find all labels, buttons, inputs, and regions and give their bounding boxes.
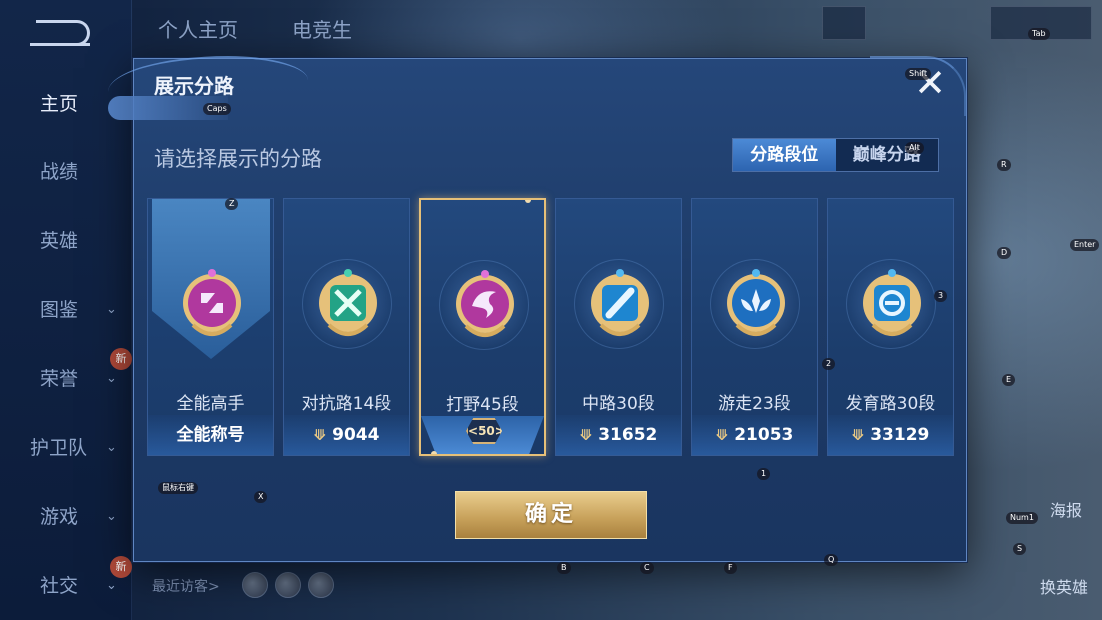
points-value: 33129 <box>870 425 930 445</box>
points-icon: ⟱ <box>851 426 865 444</box>
avatar[interactable] <box>308 572 334 598</box>
lane-points: ⟱ 31652 <box>556 415 681 455</box>
top-button[interactable] <box>822 6 866 40</box>
lane-card-roam[interactable]: 游走23段 ⟱ 21053 <box>691 198 818 456</box>
key-hint: E <box>1002 374 1016 386</box>
lane-title: 全能称号 <box>148 415 273 455</box>
points-value: 21053 <box>734 425 794 445</box>
lane-card-clash[interactable]: 对抗路14段 ⟱ 9044 <box>283 198 410 456</box>
tab-profile[interactable]: 个人主页 <box>158 14 238 43</box>
clash-lane-emblem-icon <box>319 269 377 336</box>
sidebar-item-record[interactable]: 战绩 <box>0 152 132 192</box>
key-hint: 鼠标右键 <box>158 482 198 494</box>
sidebar-item-gallery[interactable]: 图鉴 ⌄ <box>0 290 132 330</box>
sidebar-item-label: 社交 <box>40 575 79 597</box>
points-icon: ⟱ <box>313 426 327 444</box>
lane-card-farm[interactable]: 发育路30段 ⟱ 33129 <box>827 198 954 456</box>
lane-name: 游走23段 <box>718 394 791 414</box>
lane-card-allround[interactable]: 全能高手 全能称号 <box>147 198 274 456</box>
key-hint: 2 <box>822 358 836 370</box>
lane-name: 打野45段 <box>446 395 519 415</box>
sidebar-item-games[interactable]: 游戏 ⌄ <box>0 497 132 537</box>
recent-visitors-label[interactable]: 最近访客> <box>152 576 220 596</box>
selection-corner <box>525 200 531 203</box>
lane-name: 中路30段 <box>582 394 655 414</box>
sidebar-item-label: 护卫队 <box>30 437 88 459</box>
lane-points: ⟱ 21053 <box>692 415 817 455</box>
points-value: 31652 <box>598 425 658 445</box>
points-value: 9044 <box>332 425 380 445</box>
confirm-button[interactable]: 确定 <box>455 491 647 539</box>
key-hint: Q <box>824 554 839 566</box>
selection-corner <box>431 451 437 454</box>
back-icon[interactable] <box>30 20 90 46</box>
sidebar-item-label: 主页 <box>40 93 79 115</box>
farm-lane-emblem-icon <box>863 269 921 336</box>
chevron-down-icon: ⌄ <box>106 509 117 524</box>
change-hero-button[interactable]: 换英雄 <box>1040 574 1088 598</box>
chevron-down-icon: ⌄ <box>106 302 117 317</box>
key-hint: Alt <box>905 142 924 154</box>
points-icon: ⟱ <box>715 426 729 444</box>
poster-button[interactable]: 海报 <box>1050 497 1082 521</box>
sidebar-item-label: 英雄 <box>40 230 79 252</box>
tab-lane-rank[interactable]: 分路段位 <box>733 139 836 171</box>
key-hint: 1 <box>757 468 771 480</box>
key-hint: Caps <box>203 103 231 115</box>
lane-name: 发育路30段 <box>845 394 936 414</box>
avatar[interactable] <box>275 572 301 598</box>
sidebar-item-heroes[interactable]: 英雄 <box>0 221 132 261</box>
lane-points: ⟱ 33129 <box>828 415 953 455</box>
key-hint: B <box>557 562 571 574</box>
key-hint: S <box>1013 543 1027 555</box>
avatar[interactable] <box>242 572 268 598</box>
sidebar-item-label: 游戏 <box>40 506 79 528</box>
dialog-title: 展示分路 <box>154 74 234 98</box>
key-hint: F <box>724 562 737 574</box>
key-hint: Num1 <box>1006 512 1038 524</box>
key-hint: Enter <box>1070 239 1100 251</box>
tab-esports[interactable]: 电竞生 <box>292 14 352 43</box>
mid-lane-emblem-icon <box>591 269 649 336</box>
sidebar-item-label: 图鉴 <box>40 299 79 321</box>
sidebar-item-guard[interactable]: 护卫队 ⌄ <box>0 428 132 468</box>
lane-points: ⟱ 9044 <box>284 415 409 455</box>
dialog-subtitle: 请选择展示的分路 <box>154 147 322 171</box>
lane-card-mid[interactable]: 中路30段 ⟱ 31652 <box>555 198 682 456</box>
jungle-emblem-icon <box>456 270 514 337</box>
new-badge: 新 <box>110 348 132 370</box>
sidebar-item-label: 战绩 <box>40 161 79 183</box>
lane-name: 全能高手 <box>176 394 245 414</box>
lane-name: 对抗路14段 <box>301 394 392 414</box>
lane-card-jungle[interactable]: 打野45段 <50> <box>419 198 546 456</box>
chevron-down-icon: ⌄ <box>106 440 117 455</box>
roam-emblem-icon <box>727 269 785 336</box>
key-hint: C <box>640 562 654 574</box>
key-hint: D <box>997 247 1012 259</box>
star-badge: <50> <box>466 418 502 444</box>
key-hint: Tab <box>1028 28 1050 40</box>
all-round-emblem-icon <box>183 269 241 336</box>
key-hint: R <box>997 159 1011 171</box>
key-hint: 3 <box>934 290 948 302</box>
key-hint: Shift <box>905 68 932 80</box>
points-icon: ⟱ <box>579 426 593 444</box>
new-badge: 新 <box>110 556 132 578</box>
badge-value: 50 <box>478 424 495 438</box>
sidebar-item-label: 荣誉 <box>40 368 79 390</box>
